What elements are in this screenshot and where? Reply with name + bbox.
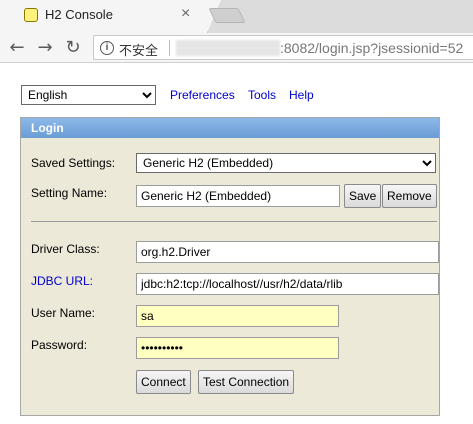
setting-name-label: Setting Name: [31, 186, 108, 200]
browser-tab-bar: H2 Console × [0, 0, 473, 33]
reload-icon[interactable]: ↻ [62, 37, 84, 59]
browser-toolbar: ← → ↻ i 不安全 :8082/login.jsp?jsessionid=5… [0, 33, 473, 63]
address-divider [169, 40, 170, 56]
driver-class-label: Driver Class: [31, 242, 100, 256]
security-indicator[interactable]: 不安全 [119, 40, 158, 59]
url-text[interactable]: :8082/login.jsp?jsessionid=52 [280, 40, 463, 56]
saved-settings-label: Saved Settings: [31, 156, 116, 170]
h2-favicon-icon [24, 8, 38, 22]
new-tab-button[interactable] [208, 8, 246, 23]
jdbc-url-label[interactable]: JDBC URL: [31, 274, 93, 288]
test-connection-button[interactable]: Test Connection [198, 370, 295, 394]
user-name-input[interactable] [136, 305, 339, 327]
info-icon[interactable]: i [100, 41, 114, 55]
password-label: Password: [31, 338, 88, 352]
close-tab-icon[interactable]: × [181, 6, 190, 22]
language-select[interactable]: English [21, 85, 156, 105]
connect-button[interactable]: Connect [136, 370, 191, 394]
tab-title: H2 Console [45, 7, 113, 22]
setting-name-input[interactable] [136, 185, 340, 207]
redacted-host [176, 40, 280, 56]
save-button[interactable]: Save [344, 184, 382, 208]
help-link[interactable]: Help [289, 88, 314, 102]
address-bar[interactable]: i 不安全 :8082/login.jsp?jsessionid=52 [93, 35, 473, 60]
password-input[interactable] [136, 337, 339, 359]
user-name-label: User Name: [31, 306, 96, 320]
driver-class-input[interactable] [136, 241, 439, 263]
tools-link[interactable]: Tools [248, 88, 276, 102]
login-panel: Login Saved Settings: Generic H2 (Embedd… [20, 117, 440, 416]
remove-button[interactable]: Remove [382, 184, 437, 208]
back-arrow-icon[interactable]: ← [6, 37, 28, 59]
browser-tab-h2-console[interactable]: H2 Console × [0, 0, 221, 33]
jdbc-url-input[interactable] [136, 273, 439, 295]
saved-settings-select[interactable]: Generic H2 (Embedded) [136, 153, 436, 173]
login-panel-title: Login [21, 118, 439, 138]
panel-divider [31, 221, 437, 222]
h2-login-page: English Preferences Tools Help Login Sav… [0, 63, 473, 424]
preferences-link[interactable]: Preferences [170, 88, 235, 102]
forward-arrow-icon[interactable]: → [34, 37, 56, 59]
